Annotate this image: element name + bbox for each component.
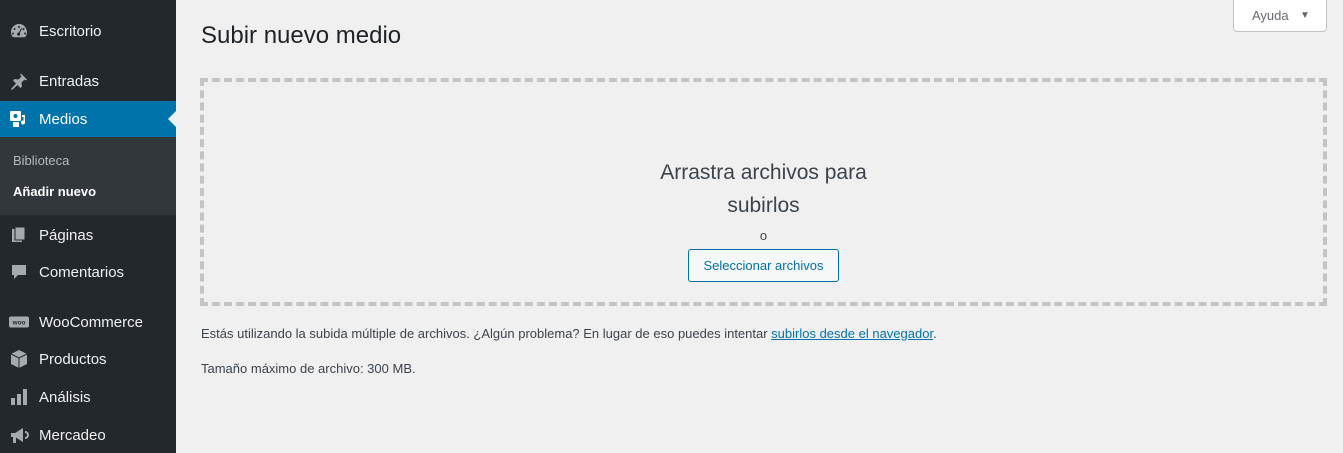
- sidebar-item-productos[interactable]: Productos: [0, 341, 176, 377]
- drop-instructions-line2: subirlos: [727, 194, 800, 217]
- sidebar-item-analisis[interactable]: Análisis: [0, 379, 176, 415]
- browser-uploader-link[interactable]: subirlos desde el navegador: [771, 326, 933, 341]
- submenu-item-anadir-nuevo[interactable]: Añadir nuevo: [13, 184, 96, 199]
- sidebar-item-escritorio[interactable]: Escritorio: [0, 13, 176, 49]
- dashboard-icon: [9, 21, 29, 41]
- sidebar-item-label: Productos: [39, 350, 107, 368]
- sidebar-item-label: Entradas: [39, 72, 100, 90]
- sidebar-item-label: Medios: [39, 110, 88, 128]
- svg-text:woo: woo: [12, 320, 26, 327]
- products-icon: [9, 349, 29, 369]
- sidebar-item-label: Comentarios: [39, 263, 125, 281]
- help-button[interactable]: Ayuda ▼: [1233, 0, 1327, 32]
- analytics-icon: [9, 387, 29, 407]
- megaphone-icon: [9, 425, 29, 445]
- woocommerce-icon: woo: [9, 312, 29, 332]
- sidebar-item-medios[interactable]: Medios: [0, 101, 176, 137]
- sidebar-submenu: Biblioteca Añadir nuevo: [0, 137, 176, 215]
- sidebar-item-label: WooCommerce: [39, 313, 143, 331]
- sidebar-item-label: Mercadeo: [39, 426, 106, 444]
- upload-notice: Estás utilizando la subida múltiple de a…: [201, 326, 937, 341]
- drop-or-text: o: [759, 228, 768, 243]
- help-label: Ayuda: [1252, 8, 1289, 23]
- sidebar-item-mercadeo[interactable]: Mercadeo: [0, 417, 176, 453]
- sidebar-item-label: Escritorio: [39, 22, 102, 40]
- sidebar-item-label: Análisis: [39, 388, 91, 406]
- sidebar-item-entradas[interactable]: Entradas: [0, 63, 176, 99]
- sidebar-item-paginas[interactable]: Páginas: [0, 217, 176, 253]
- sidebar-item-woocommerce[interactable]: woo WooCommerce: [0, 304, 176, 340]
- pushpin-icon: [9, 71, 29, 91]
- sidebar-item-label: Páginas: [39, 226, 94, 244]
- max-upload-size: Tamaño máximo de archivo: 300 MB.: [201, 361, 416, 376]
- drop-instructions-line1: Arrastra archivos para: [660, 161, 867, 184]
- caret-down-icon: ▼: [1300, 10, 1310, 21]
- admin-sidebar: Escritorio Entradas Medios Biblioteca Añ…: [0, 0, 176, 453]
- page-title: Subir nuevo medio: [201, 22, 402, 49]
- submenu-item-biblioteca[interactable]: Biblioteca: [13, 153, 69, 168]
- drop-instructions: Arrastra archivos para subirlos: [204, 156, 1323, 222]
- upload-notice-end: .: [933, 326, 937, 341]
- upload-dropzone[interactable]: Arrastra archivos para subirlos o Selecc…: [200, 78, 1327, 306]
- sidebar-item-comentarios[interactable]: Comentarios: [0, 254, 176, 290]
- select-files-button[interactable]: Seleccionar archivos: [688, 249, 839, 282]
- upload-notice-text: Estás utilizando la subida múltiple de a…: [201, 326, 772, 341]
- pages-icon: [9, 225, 29, 245]
- media-icon: [9, 109, 29, 129]
- comments-icon: [9, 262, 29, 282]
